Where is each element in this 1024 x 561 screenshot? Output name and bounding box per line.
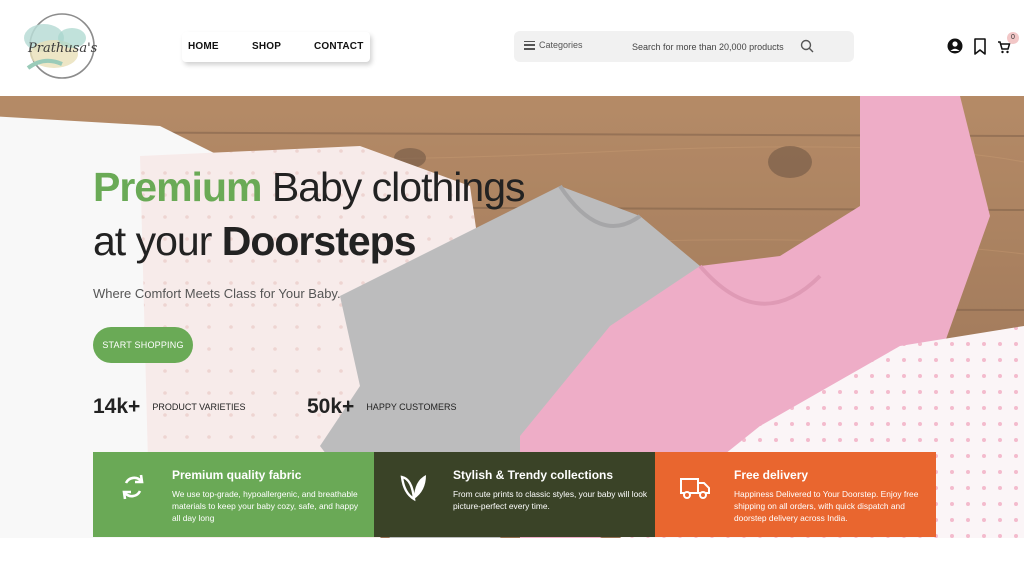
hero-subtitle: Where Comfort Meets Class for Your Baby. — [93, 286, 341, 301]
stat-value: 50k+ — [307, 395, 355, 418]
stat-happy-customers: 50k+ HAPPY CUSTOMERS — [307, 395, 457, 419]
hero-headline: Premium Baby clothings at your Doorsteps — [93, 160, 526, 268]
feature-quality-fabric: Premium quality fabric We use top-grade,… — [93, 452, 374, 537]
site-header: Prathusa's HOME SHOP CONTACT Categories … — [0, 0, 1024, 96]
headline-bold: Doorsteps — [221, 218, 417, 264]
search-bar: Categories — [514, 31, 854, 62]
user-icon[interactable] — [947, 38, 963, 54]
stat-label: HAPPY CUSTOMERS — [366, 402, 457, 412]
menu-icon — [524, 40, 535, 50]
stat-value: 14k+ — [93, 395, 141, 418]
feature-text: We use top-grade, hypoallergenic, and br… — [172, 489, 359, 523]
categories-label: Categories — [539, 40, 583, 50]
categories-dropdown[interactable]: Categories — [524, 40, 583, 50]
svg-text:Prathusa's: Prathusa's — [27, 41, 98, 56]
headline-line1: Baby clothings — [261, 164, 526, 210]
feature-title: Premium quality fabric — [172, 468, 302, 482]
features-strip: Premium quality fabric We use top-grade,… — [93, 452, 936, 537]
page-footer-space — [0, 538, 1024, 561]
leaf-icon — [400, 475, 426, 502]
cart-count-badge: 0 — [1007, 32, 1019, 44]
search-icon[interactable] — [800, 39, 814, 53]
recycle-icon — [122, 474, 144, 500]
nav-contact[interactable]: CONTACT — [314, 41, 364, 52]
brand-logo[interactable]: Prathusa's — [14, 8, 100, 84]
headline-line2: at your — [93, 218, 222, 264]
stat-label: PRODUCT VARIETIES — [152, 402, 246, 412]
start-shopping-button[interactable]: START SHOPPING — [93, 327, 193, 363]
stat-product-varieties: 14k+ PRODUCT VARIETIES — [93, 395, 246, 419]
truck-icon — [680, 478, 710, 499]
search-input[interactable] — [632, 38, 792, 55]
nav-shop[interactable]: SHOP — [252, 41, 281, 52]
bookmark-icon[interactable] — [973, 38, 987, 55]
feature-text: From cute prints to classic styles, your… — [453, 489, 648, 511]
feature-text: Happiness Delivered to Your Doorstep. En… — [734, 489, 919, 523]
main-nav: HOME SHOP CONTACT — [182, 32, 370, 62]
feature-trendy-collections: Stylish & Trendy collections From cute p… — [374, 452, 655, 537]
nav-home[interactable]: HOME — [188, 41, 219, 52]
headline-accent: Premium — [93, 164, 262, 210]
feature-title: Stylish & Trendy collections — [453, 468, 614, 482]
feature-free-delivery: Free delivery Happiness Delivered to You… — [655, 452, 936, 537]
feature-title: Free delivery — [734, 468, 809, 482]
